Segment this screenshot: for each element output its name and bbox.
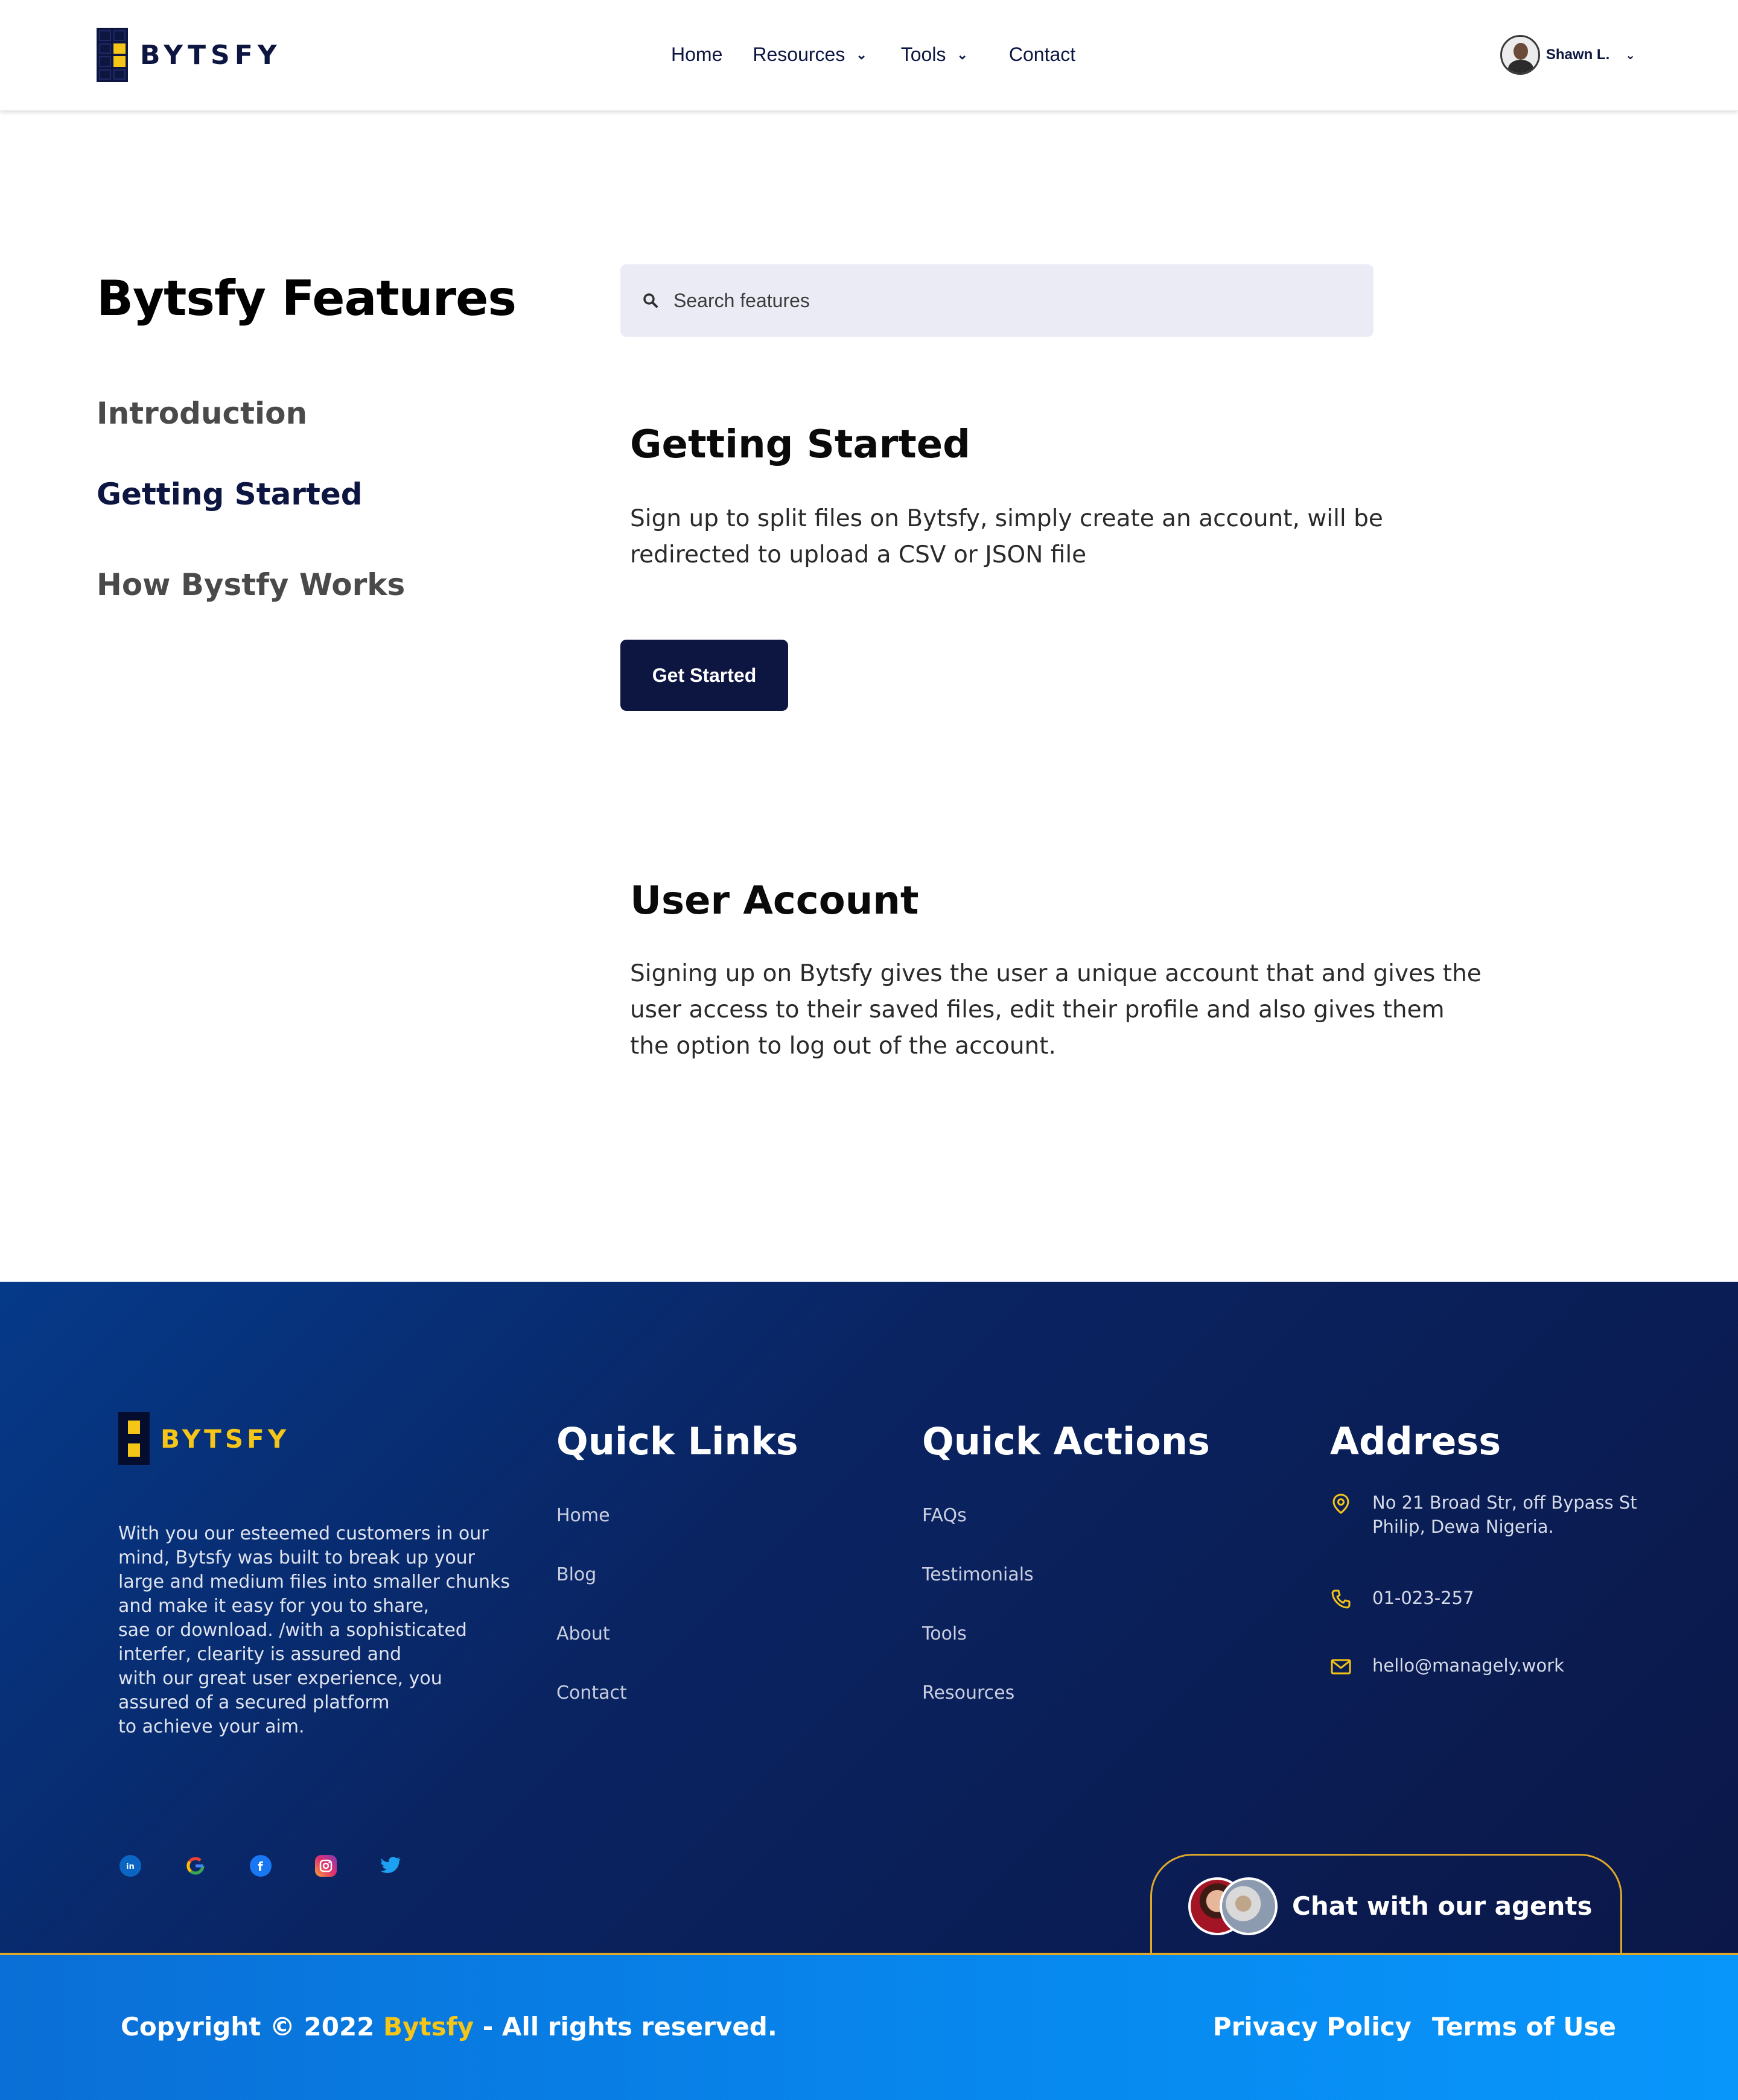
- footer-link-faqs[interactable]: FAQs: [922, 1505, 967, 1526]
- section-text-getting-started: Sign up to split files on Bytsfy, simply…: [630, 505, 1383, 568]
- social-links: in f: [119, 1855, 445, 1877]
- section-text-user-account: Signing up on Bytsfy gives the user a un…: [630, 960, 1482, 1060]
- address-phone-row[interactable]: 01-023-257: [1330, 1586, 1474, 1610]
- footer: BYTSFY With you our esteemed customers i…: [0, 1282, 1738, 1956]
- nav-contact-label: Contact: [1008, 43, 1076, 65]
- search-icon: [632, 282, 669, 319]
- address-email: hello@managely.work: [1372, 1655, 1564, 1676]
- logo-mark-icon: [97, 28, 128, 82]
- nav-tools-dropdown[interactable]: Tools ⌄: [901, 43, 968, 66]
- address-title: Address: [1330, 1419, 1501, 1463]
- nav-home[interactable]: Home: [671, 43, 722, 66]
- search-bar: [620, 264, 1374, 337]
- get-started-button[interactable]: Get Started: [620, 640, 788, 711]
- footer-link-resources[interactable]: Resources: [922, 1682, 1014, 1704]
- footer-link-contact[interactable]: Contact: [556, 1682, 627, 1704]
- brand-logo[interactable]: BYTSFY: [97, 28, 282, 82]
- address-street: No 21 Broad Str, off Bypass St Philip, D…: [1372, 1492, 1637, 1537]
- phone-icon: [1330, 1588, 1352, 1610]
- agent-avatar: [1220, 1877, 1278, 1935]
- location-pin-icon: [1330, 1493, 1352, 1515]
- avatar: [1500, 35, 1540, 75]
- section-title-user-account: User Account: [630, 879, 919, 923]
- google-icon[interactable]: [185, 1855, 206, 1877]
- address-street-row: No 21 Broad Str, off Bypass St Philip, D…: [1330, 1491, 1637, 1539]
- address-phone: 01-023-257: [1372, 1588, 1474, 1608]
- logo-mark-icon: [118, 1412, 150, 1465]
- top-navbar: BYTSFY Home Resources ⌄ Tools ⌄ Contact …: [0, 0, 1738, 111]
- footer-link-testimonials[interactable]: Testimonials: [922, 1564, 1034, 1585]
- logo-text: BYTSFY: [140, 39, 282, 71]
- sidebar-item-introduction[interactable]: Introduction: [97, 396, 307, 431]
- sidebar-item-getting-started[interactable]: Getting Started: [97, 477, 363, 512]
- chevron-down-icon: ⌄: [856, 46, 867, 62]
- svg-text:in: in: [126, 1862, 135, 1871]
- footer-link-tools[interactable]: Tools: [922, 1623, 967, 1644]
- user-menu[interactable]: Shawn L. ⌄: [1500, 35, 1635, 75]
- sidebar-item-how-bystfy-works[interactable]: How Bystfy Works: [97, 567, 405, 602]
- quick-links-title: Quick Links: [556, 1419, 798, 1463]
- copyright-prefix: Copyright © 2022: [121, 2012, 384, 2041]
- copyright-bar: Copyright © 2022 Bytsfy - All rights res…: [0, 1953, 1738, 2100]
- linkedin-icon[interactable]: in: [119, 1855, 141, 1877]
- user-name: Shawn L.: [1545, 46, 1610, 63]
- copyright-suffix: - All rights reserved.: [474, 2012, 777, 2041]
- chat-with-agents-button[interactable]: Chat with our agents: [1150, 1854, 1622, 1956]
- quick-actions-title: Quick Actions: [922, 1419, 1210, 1463]
- footer-about-text: With you our esteemed customers in our m…: [118, 1523, 510, 1737]
- copyright-brand: Bytsfy: [383, 2012, 474, 2041]
- chat-label: Chat with our agents: [1292, 1891, 1593, 1921]
- nav-tools-label: Tools: [900, 43, 946, 65]
- privacy-policy-link[interactable]: Privacy Policy: [1213, 2012, 1412, 2041]
- search-input[interactable]: [673, 289, 1337, 312]
- mail-icon: [1330, 1656, 1352, 1678]
- legal-links: Privacy Policy Terms of Use: [1192, 2012, 1616, 2041]
- nav-home-label: Home: [671, 43, 723, 65]
- chevron-down-icon: ⌄: [1625, 48, 1635, 62]
- footer-link-blog[interactable]: Blog: [556, 1564, 596, 1585]
- main-nav: Home Resources ⌄ Tools ⌄ Contact: [671, 43, 1075, 66]
- footer-logo[interactable]: BYTSFY: [118, 1412, 290, 1465]
- instagram-icon[interactable]: [315, 1855, 337, 1877]
- footer-link-about[interactable]: About: [556, 1623, 610, 1644]
- nav-resources-dropdown[interactable]: Resources ⌄: [753, 43, 867, 66]
- footer-logo-text: BYTSFY: [161, 1424, 290, 1454]
- svg-text:f: f: [258, 1859, 263, 1873]
- chevron-down-icon: ⌄: [957, 46, 968, 62]
- page-title: Bytsfy Features: [97, 270, 517, 326]
- terms-of-use-link[interactable]: Terms of Use: [1432, 2012, 1616, 2041]
- address-email-row[interactable]: hello@managely.work: [1330, 1653, 1564, 1678]
- nav-contact[interactable]: Contact: [1009, 43, 1075, 66]
- nav-resources-label: Resources: [753, 43, 845, 65]
- twitter-icon[interactable]: [380, 1855, 402, 1877]
- copyright-text: Copyright © 2022 Bytsfy - All rights res…: [121, 2012, 777, 2041]
- footer-link-home[interactable]: Home: [556, 1505, 610, 1526]
- facebook-icon[interactable]: f: [250, 1855, 272, 1877]
- section-title-getting-started: Getting Started: [630, 422, 970, 467]
